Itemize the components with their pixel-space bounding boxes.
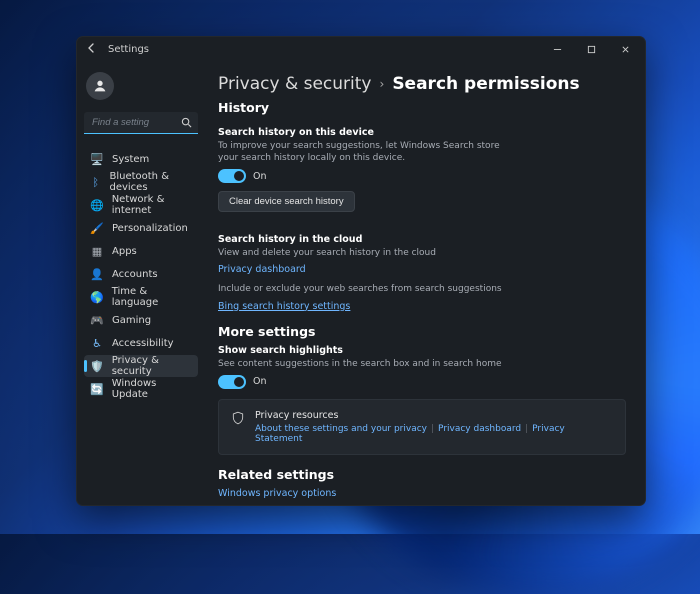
shield-icon	[231, 411, 245, 428]
nav-icon: 👤	[90, 269, 104, 280]
search-field	[84, 112, 198, 134]
minimize-button[interactable]	[540, 36, 574, 62]
sidebar-item-label: Privacy & security	[112, 355, 192, 377]
history-heading: History	[218, 100, 626, 115]
sidebar-item-label: Windows Update	[112, 378, 192, 400]
search-history-cloud-title: Search history in the cloud	[218, 234, 626, 245]
search-icon	[181, 117, 192, 131]
sidebar-item-label: Apps	[112, 246, 137, 257]
maximize-button[interactable]	[574, 36, 608, 62]
sidebar-item-label: Network & internet	[112, 194, 192, 216]
close-button[interactable]	[608, 36, 642, 62]
nav-icon: 🔄	[90, 384, 104, 395]
search-highlights-toggle[interactable]	[218, 375, 246, 389]
sidebar-item-label: Personalization	[112, 223, 188, 234]
nav-icon: 🖥️	[90, 154, 104, 165]
sidebar-item-system[interactable]: 🖥️ System	[84, 148, 198, 170]
chevron-right-icon: ›	[380, 77, 385, 91]
sidebar-item-accounts[interactable]: 👤 Accounts	[84, 263, 198, 285]
clear-device-history-button[interactable]: Clear device search history	[218, 191, 355, 212]
sidebar-item-label: Accounts	[112, 269, 158, 280]
settings-window: Settings 🖥️ System ᛒ Bluetooth & devices 🌐 Ne…	[76, 36, 646, 506]
nav-icon: 🖌️	[90, 223, 104, 234]
title-bar: Settings	[76, 36, 646, 62]
sidebar-item-personalization[interactable]: 🖌️ Personalization	[84, 217, 198, 239]
nav-icon: 🛡️	[90, 361, 104, 372]
privacy-dashboard-card-link[interactable]: Privacy dashboard	[438, 424, 521, 434]
sidebar-item-label: Bluetooth & devices	[109, 171, 192, 193]
nav-icon: ᛒ	[90, 177, 101, 188]
nav-icon: ♿	[90, 338, 104, 349]
privacy-resources-card: Privacy resources About these settings a…	[218, 399, 626, 455]
search-highlights-desc: See content suggestions in the search bo…	[218, 358, 518, 370]
sidebar-item-label: Time & language	[112, 286, 192, 308]
sidebar-item-time-language[interactable]: 🌎 Time & language	[84, 286, 198, 308]
privacy-dashboard-link[interactable]: Privacy dashboard	[218, 264, 626, 275]
search-highlights-title: Show search highlights	[218, 345, 626, 356]
sidebar-item-bluetooth-devices[interactable]: ᛒ Bluetooth & devices	[84, 171, 198, 193]
breadcrumb-leaf: Search permissions	[392, 74, 579, 94]
search-history-device-toggle-label: On	[253, 171, 267, 182]
nav-icon: 🌎	[90, 292, 104, 303]
back-button[interactable]	[86, 42, 98, 57]
sidebar-item-network-internet[interactable]: 🌐 Network & internet	[84, 194, 198, 216]
sidebar-item-label: Accessibility	[112, 338, 174, 349]
search-history-cloud-desc: View and delete your search history in t…	[218, 247, 518, 259]
sidebar-item-label: Gaming	[112, 315, 151, 326]
search-history-device-toggle[interactable]	[218, 169, 246, 183]
app-title: Settings	[108, 44, 149, 55]
sidebar-item-apps[interactable]: ▦ Apps	[84, 240, 198, 262]
more-settings-heading: More settings	[218, 324, 626, 339]
windows-privacy-options-link[interactable]: Windows privacy options	[218, 488, 626, 499]
user-avatar[interactable]	[86, 72, 114, 100]
search-history-device-desc: To improve your search suggestions, let …	[218, 140, 518, 164]
nav-icon: 🎮	[90, 315, 104, 326]
breadcrumb: Privacy & security › Search permissions	[218, 74, 626, 94]
about-settings-link[interactable]: About these settings and your privacy	[255, 424, 427, 434]
bing-history-link[interactable]: Bing search history settings	[218, 301, 626, 312]
nav: 🖥️ System ᛒ Bluetooth & devices 🌐 Network & i…	[84, 148, 198, 400]
search-history-device-title: Search history on this device	[218, 127, 626, 138]
sidebar-item-windows-update[interactable]: 🔄 Windows Update	[84, 378, 198, 400]
nav-icon: 🌐	[90, 200, 104, 211]
search-highlights-toggle-label: On	[253, 376, 267, 387]
sidebar-item-accessibility[interactable]: ♿ Accessibility	[84, 332, 198, 354]
breadcrumb-root[interactable]: Privacy & security	[218, 74, 372, 94]
related-settings-heading: Related settings	[218, 467, 626, 482]
main-content: Privacy & security › Search permissions …	[206, 62, 646, 506]
sidebar-item-privacy-security[interactable]: 🛡️ Privacy & security	[84, 355, 198, 377]
privacy-resources-title: Privacy resources	[255, 410, 613, 421]
sidebar-item-gaming[interactable]: 🎮 Gaming	[84, 309, 198, 331]
web-searches-desc: Include or exclude your web searches fro…	[218, 283, 518, 295]
sidebar-item-label: System	[112, 154, 149, 165]
nav-icon: ▦	[90, 246, 104, 257]
sidebar: 🖥️ System ᛒ Bluetooth & devices 🌐 Network & i…	[76, 62, 206, 506]
